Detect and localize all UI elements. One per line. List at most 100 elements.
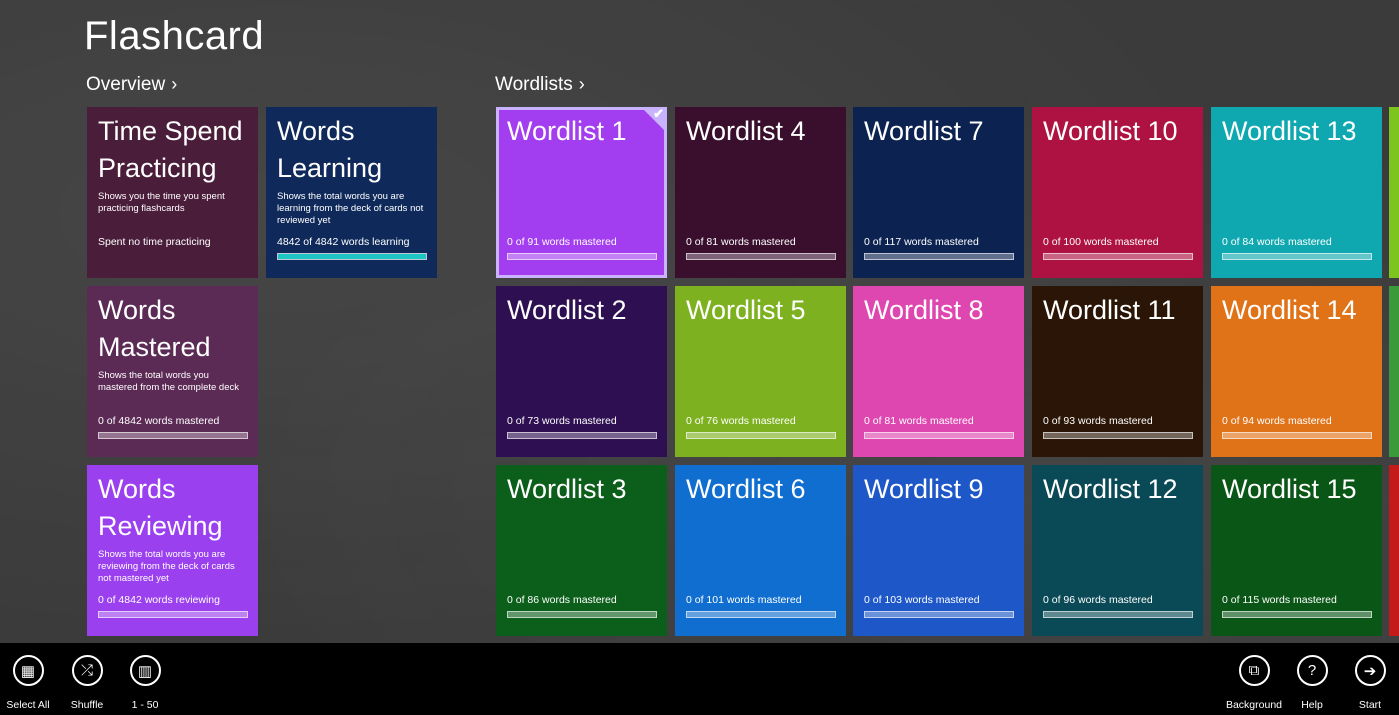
- help-icon: ?: [1296, 655, 1328, 686]
- tile-status: 4842 of 4842 words learning: [277, 236, 410, 248]
- wordlist-tile[interactable]: Wordlist 9 0 of 103 words mastered: [853, 465, 1024, 636]
- wordlist-tile[interactable]: Wordlist 10 0 of 100 words mastered: [1032, 107, 1203, 278]
- tile-status: 0 of 115 words mastered: [1222, 594, 1337, 606]
- tile-status: Spent no time practicing: [98, 236, 211, 248]
- tile-status: 0 of 4842 words mastered: [98, 415, 220, 427]
- tile-description: Shows you the time you spent practicing …: [98, 191, 225, 214]
- tile-title: Wordlist 15: [1222, 474, 1357, 504]
- app-bar: ▦ Select All ⤮ Shuffle ▥ 1 - 50 ⧉ Background? H…: [0, 643, 1399, 715]
- tile-title: Time Spend Practicing: [98, 116, 243, 183]
- wordlist-tile[interactable]: Wordlist 6 0 of 101 words mastered: [675, 465, 846, 636]
- tile-description: Shows the total words you are reviewing …: [98, 549, 235, 584]
- books-icon: ▥: [129, 655, 161, 686]
- background-icon: ⧉: [1238, 655, 1270, 686]
- progress-bar: [507, 611, 657, 618]
- appbar-button-label: 1 - 50: [131, 699, 159, 711]
- appbar-button-label: Start: [1358, 699, 1382, 711]
- tile-title: Wordlist 10: [1043, 116, 1178, 146]
- tile-title: Wordlist 7: [864, 116, 984, 146]
- start-button[interactable]: ➔ Start: [1335, 655, 1399, 711]
- chevron-right-icon: ›: [578, 74, 585, 94]
- tile-title: Words Reviewing: [98, 474, 223, 541]
- tile-status: 0 of 76 words mastered: [686, 415, 796, 427]
- wordlist-tile[interactable]: Wordlist 15 0 of 115 words mastered: [1211, 465, 1382, 636]
- progress-bar: [1222, 611, 1372, 618]
- checkmark-icon: ✔: [653, 107, 664, 121]
- tile-status: 0 of 91 words mastered: [507, 236, 617, 248]
- progress-bar: [98, 432, 248, 439]
- progress-bar: [864, 432, 1014, 439]
- progress-bar: [864, 611, 1014, 618]
- partial-wordlist-tile[interactable]: [1389, 286, 1399, 457]
- tile-title: Wordlist 6: [686, 474, 806, 504]
- chevron-right-icon: ›: [171, 74, 178, 94]
- progress-bar: [507, 253, 657, 260]
- tile-status: 0 of 4842 words reviewing: [98, 594, 220, 606]
- wordlist-tile[interactable]: Wordlist 13 0 of 84 words mastered: [1211, 107, 1382, 278]
- tile-description: Shows the total words you mastered from …: [98, 370, 239, 393]
- tile-title: Wordlist 8: [864, 295, 984, 325]
- partial-wordlist-tile[interactable]: [1389, 107, 1399, 278]
- tile-title: Wordlist 5: [686, 295, 806, 325]
- progress-bar: [1222, 253, 1372, 260]
- tile-status: 0 of 96 words mastered: [1043, 594, 1153, 606]
- tile-title: Wordlist 2: [507, 295, 627, 325]
- progress-bar: [1043, 611, 1193, 618]
- tile-status: 0 of 103 words mastered: [864, 594, 980, 606]
- partial-wordlist-tile[interactable]: [1389, 465, 1399, 636]
- tile-status: 0 of 100 words mastered: [1043, 236, 1159, 248]
- wordlists-header-label: Wordlists: [495, 74, 573, 95]
- progress-bar: [277, 253, 427, 260]
- wordlist-tile[interactable]: Wordlist 4 0 of 81 words mastered: [675, 107, 846, 278]
- wordlist-tile[interactable]: Wordlist 14 0 of 94 words mastered: [1211, 286, 1382, 457]
- tile-status: 0 of 81 words mastered: [686, 236, 796, 248]
- tile-status: 0 of 81 words mastered: [864, 415, 974, 427]
- tile-title: Wordlist 1: [507, 116, 627, 146]
- wordlist-tile[interactable]: Wordlist 11 0 of 93 words mastered: [1032, 286, 1203, 457]
- wordlists-header[interactable]: Wordlists ›: [495, 74, 585, 96]
- progress-bar: [864, 253, 1014, 260]
- progress-bar: [1043, 253, 1193, 260]
- progress-bar: [98, 611, 248, 618]
- tile-title: Wordlist 11: [1043, 295, 1176, 325]
- overview-header[interactable]: Overview ›: [86, 74, 177, 96]
- wordlist-tile[interactable]: Wordlist 7 0 of 117 words mastered: [853, 107, 1024, 278]
- wordlist-tile[interactable]: Wordlist 2 0 of 73 words mastered: [496, 286, 667, 457]
- tile-description: Shows the total words you are learning f…: [277, 191, 424, 226]
- tile-title: Words Mastered: [98, 295, 211, 362]
- tile-title: Wordlist 3: [507, 474, 627, 504]
- wordlist-tile[interactable]: Wordlist 1 0 of 91 words mastered ✔: [496, 107, 667, 278]
- 1-50-button[interactable]: ▥ 1 - 50: [110, 655, 180, 711]
- tile-status: 0 of 84 words mastered: [1222, 236, 1332, 248]
- start-arrow-icon: ➔: [1354, 655, 1386, 686]
- tile-status: 0 of 86 words mastered: [507, 594, 617, 606]
- tile-status: 0 of 93 words mastered: [1043, 415, 1153, 427]
- tile-title: Wordlist 4: [686, 116, 806, 146]
- progress-bar: [686, 432, 836, 439]
- overview-header-label: Overview: [86, 74, 166, 95]
- progress-bar: [1043, 432, 1193, 439]
- tile-status: 0 of 73 words mastered: [507, 415, 617, 427]
- overview-tile[interactable]: Words Reviewing Shows the total words you…: [87, 465, 258, 636]
- tile-status: 0 of 117 words mastered: [864, 236, 979, 248]
- tile-title: Wordlist 9: [864, 474, 984, 504]
- select-all-icon: ▦: [12, 655, 44, 686]
- wordlist-tile[interactable]: Wordlist 3 0 of 86 words mastered: [496, 465, 667, 636]
- shuffle-icon: ⤮: [71, 655, 103, 686]
- tile-title: Wordlist 13: [1222, 116, 1357, 146]
- progress-bar: [686, 611, 836, 618]
- tile-title: Words Learning: [277, 116, 383, 183]
- tile-status: 0 of 101 words mastered: [686, 594, 802, 606]
- progress-bar: [686, 253, 836, 260]
- tile-title: Wordlist 12: [1043, 474, 1178, 504]
- overview-tile[interactable]: Time Spend Practicing Shows you the time …: [87, 107, 258, 278]
- tile-status: 0 of 94 words mastered: [1222, 415, 1332, 427]
- wordlist-tile[interactable]: Wordlist 12 0 of 96 words mastered: [1032, 465, 1203, 636]
- progress-bar: [1222, 432, 1372, 439]
- wordlist-tile[interactable]: Wordlist 8 0 of 81 words mastered: [853, 286, 1024, 457]
- progress-bar: [507, 432, 657, 439]
- overview-tile[interactable]: Words Learning Shows the total words you …: [266, 107, 437, 278]
- app-title: Flashcard: [84, 14, 265, 58]
- wordlist-tile[interactable]: Wordlist 5 0 of 76 words mastered: [675, 286, 846, 457]
- overview-tile[interactable]: Words Mastered Shows the total words you …: [87, 286, 258, 457]
